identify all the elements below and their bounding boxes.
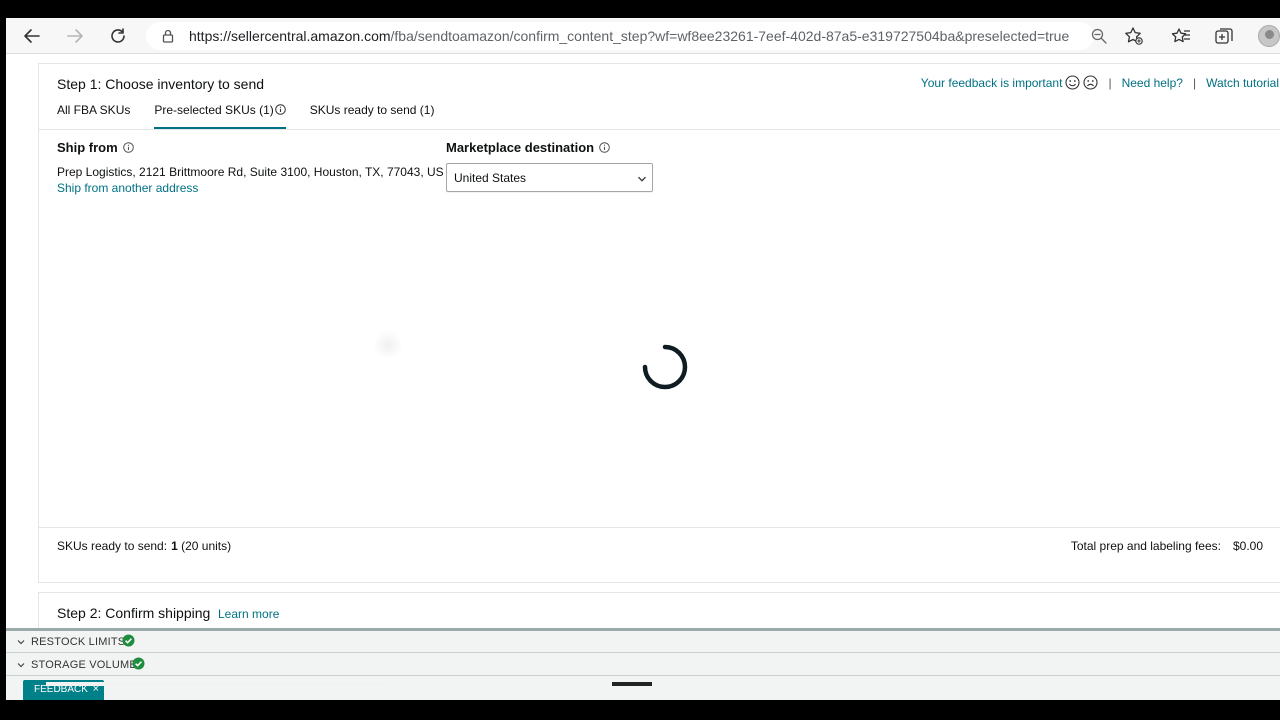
url-host: https://sellercentral.amazon.com	[189, 28, 391, 44]
fees-summary: Total prep and labeling fees: $0.00	[1071, 539, 1263, 553]
collections-icon[interactable]	[1214, 26, 1234, 46]
faded-overlay	[373, 330, 403, 360]
info-icon[interactable]	[122, 142, 134, 153]
link-separator: |	[1192, 75, 1197, 90]
restock-limits-row[interactable]: RESTOCK LIMITS	[6, 631, 1280, 653]
info-icon[interactable]	[599, 142, 610, 153]
status-panel: RESTOCK LIMITS STORAGE VOLUME FEEDBACK ×	[6, 628, 1280, 700]
restock-limits-label: RESTOCK LIMITS	[31, 636, 126, 648]
fees-value: $0.00	[1232, 539, 1263, 553]
lock-icon[interactable]	[160, 28, 176, 44]
help-links: Your feedback is important | Need help? …	[921, 75, 1279, 90]
loading-spinner-icon	[642, 344, 688, 390]
chevron-down-icon	[638, 176, 646, 182]
forward-icon[interactable]	[63, 24, 87, 48]
taskbar-strip	[46, 682, 388, 686]
step1-title: Step 1: Choose inventory to send	[57, 76, 265, 92]
skus-ready-label: SKUs ready to send:	[57, 539, 168, 553]
taskbar-strip	[612, 682, 652, 686]
browser-toolbar: https://sellercentral.amazon.com/fba/sen…	[6, 18, 1280, 54]
browser-window: https://sellercentral.amazon.com/fba/sen…	[6, 18, 1280, 700]
chevron-down-icon[interactable]	[17, 661, 25, 669]
marketplace-selected-value: United States	[454, 171, 527, 185]
need-help-link[interactable]: Need help?	[1122, 76, 1183, 90]
feedback-link[interactable]: Your feedback is important	[921, 76, 1063, 90]
zoom-icon[interactable]	[1090, 27, 1108, 45]
learn-more-link[interactable]: Learn more	[218, 607, 279, 621]
summary-divider	[39, 527, 1280, 528]
units-count: (20 units)	[181, 539, 232, 553]
storage-volume-row[interactable]: STORAGE VOLUME	[6, 654, 1280, 676]
marketplace-label: Marketplace destination	[446, 140, 610, 155]
url-text[interactable]: https://sellercentral.amazon.com/fba/sen…	[189, 28, 1069, 44]
fees-label: Total prep and labeling fees:	[1070, 539, 1221, 553]
ship-from-label-text: Ship from	[57, 140, 118, 155]
page-content: Step 1: Choose inventory to send Your fe…	[6, 55, 1280, 632]
tabs-divider	[39, 129, 1280, 130]
ship-from-address: Prep Logistics, 2121 Brittmoore Rd, Suit…	[57, 165, 444, 179]
watch-tutorial-link[interactable]: Watch tutorial	[1206, 76, 1279, 90]
check-circle-icon	[132, 657, 145, 670]
ship-from-another-address-link[interactable]: Ship from another address	[57, 181, 198, 195]
profile-avatar[interactable]	[1258, 25, 1280, 47]
sad-face-icon[interactable]	[1083, 75, 1098, 90]
tab-all-fba-skus[interactable]: All FBA SKUs	[57, 102, 130, 129]
tab-pre-selected-skus[interactable]: Pre-selected SKUs (1)	[154, 102, 286, 129]
tab-label: All FBA SKUs	[57, 103, 131, 117]
chevron-down-icon[interactable]	[17, 638, 25, 646]
step2-title: Step 2: Confirm shipping	[57, 605, 211, 621]
ship-from-label: Ship from	[57, 140, 134, 155]
happy-face-icon[interactable]	[1065, 75, 1080, 90]
tab-label: SKUs ready to send (1)	[309, 103, 435, 117]
storage-volume-label: STORAGE VOLUME	[31, 659, 137, 671]
address-bar[interactable]: https://sellercentral.amazon.com/fba/sen…	[146, 22, 1107, 50]
sku-tabs: All FBA SKUs Pre-selected SKUs (1) SKUs …	[57, 102, 458, 129]
skus-ready-count: 1	[171, 539, 178, 553]
check-circle-icon	[122, 634, 135, 647]
skus-ready-summary: SKUs ready to send: 1 (20 units)	[57, 539, 231, 553]
url-path: /fba/sendtoamazon/confirm_content_step?w…	[390, 28, 1070, 44]
marketplace-select[interactable]: United States	[446, 163, 653, 192]
info-icon[interactable]	[274, 104, 286, 115]
add-favorite-icon[interactable]	[1124, 26, 1144, 46]
refresh-icon[interactable]	[106, 24, 130, 48]
tab-skus-ready-to-send[interactable]: SKUs ready to send (1)	[310, 102, 435, 129]
marketplace-label-text: Marketplace destination	[446, 140, 595, 155]
link-separator: |	[1108, 75, 1112, 90]
favorites-icon[interactable]	[1171, 26, 1191, 46]
back-icon[interactable]	[20, 24, 44, 48]
step2-panel: Step 2: Confirm shipping Learn more	[38, 592, 1280, 632]
step1-panel: Step 1: Choose inventory to send Your fe…	[38, 63, 1280, 583]
tab-label: Pre-selected SKUs (1)	[154, 103, 274, 117]
